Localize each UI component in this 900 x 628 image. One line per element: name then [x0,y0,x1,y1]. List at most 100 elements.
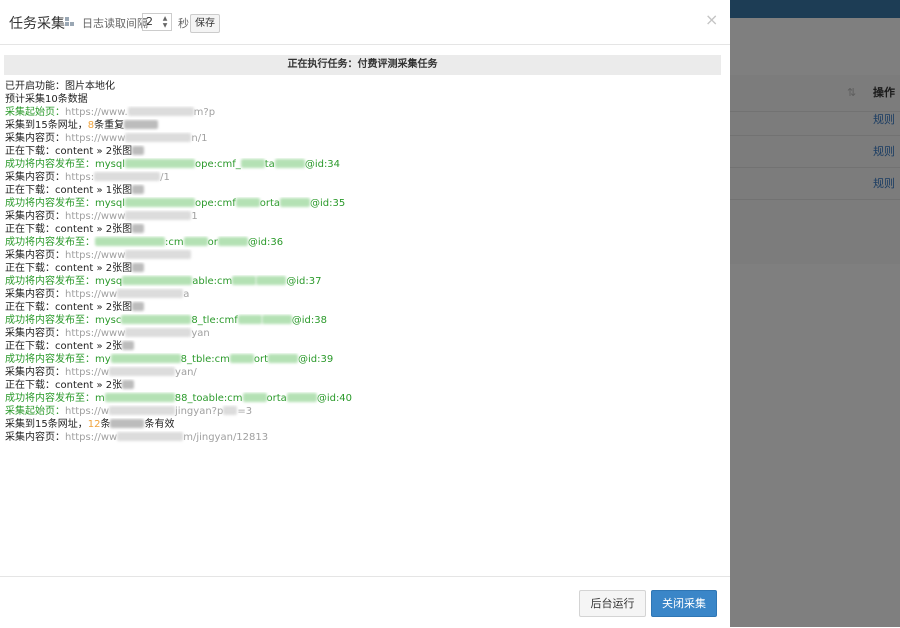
redaction-blur [132,146,145,155]
redaction-blur [109,367,176,376]
close-icon[interactable]: × [705,10,718,29]
log-line: 采集内容页：https://w yan/ [5,366,720,379]
save-button[interactable]: 保存 [190,14,220,33]
redaction-blur [280,198,311,207]
redaction-blur [223,406,238,415]
log-line: 正在下载：content » 2张图 [5,223,720,236]
log-link[interactable]: https://ww [65,432,117,443]
close-collect-button[interactable]: 关闭采集 [651,590,717,617]
log-label: 采集内容页： [5,133,65,144]
redaction-blur [286,393,317,402]
background-run-button[interactable]: 后台运行 [579,590,646,617]
log-link[interactable]: =3 [237,406,252,417]
log-label: 采集内容页： [5,328,65,339]
sort-icon[interactable]: ⇅ [847,86,856,99]
log-target: able:cm [202,393,243,404]
redaction-blur [261,315,292,324]
redaction-blur [125,133,192,142]
log-link[interactable]: yan/ [175,367,197,378]
log-label: 采集到15条网址， [5,419,88,430]
log-link[interactable]: https://www. [65,107,128,118]
log-line: 成功将内容发布至：mysq able:cm @id:37 [5,275,720,288]
log-link[interactable]: https://w [65,406,109,417]
log-target: e:cmf [207,198,236,209]
log-label: 成功将内容发布至： [5,393,95,404]
log-target: op [195,198,208,209]
log-target: my [95,354,111,365]
rule-link[interactable]: 规则 [873,111,895,127]
log-link[interactable]: https: [65,172,94,183]
log-target: ort [253,354,269,365]
redaction-blur [256,276,287,285]
log-link[interactable]: https://ww [65,289,117,300]
log-line: 已开启功能：图片本地化 [5,80,720,93]
log-target: mysc [95,315,122,326]
log-text: 条重复 [94,120,125,131]
task-status-bar: 正在执行任务：付费评测采集任务 [4,55,721,75]
rule-link[interactable]: 规则 [873,143,895,159]
log-link[interactable]: m?p [194,107,215,118]
log-target: orta [259,198,281,209]
log-target: le:cmf [206,315,238,326]
log-label: 成功将内容发布至： [5,159,95,170]
log-target: @id:38 [291,315,327,326]
redaction-blur [237,315,262,324]
redaction-blur [127,107,194,116]
log-link[interactable]: 1 [191,211,197,222]
log-label: 采集内容页： [5,367,65,378]
log-target: @id:39 [298,354,334,365]
log-label: 采集起始页： [5,406,65,417]
log-link[interactable]: https://www [65,133,125,144]
interval-input[interactable]: 2 ▲ ▼ [142,13,172,31]
log-link[interactable]: https://www [65,328,125,339]
log-link[interactable]: https://www [65,250,125,261]
log-line: 采集内容页：https://ww m/jingyan/12813 [5,431,720,444]
log-link[interactable]: n/1 [191,133,207,144]
log-target: :cm [165,237,184,248]
log-link[interactable]: m/jingyan/12813 [183,432,268,443]
log-line: 采集起始页：https://w jingyan?p =3 [5,405,720,418]
log-target: @id:40 [316,393,353,404]
rule-link[interactable]: 规则 [873,175,895,191]
redaction-blur [104,393,175,402]
log-text: 条有效 [144,419,175,430]
spin-up-icon[interactable]: ▲ [160,15,170,22]
log-line: 成功将内容发布至：my 8_tble:cm ort @id:39 [5,353,720,366]
log-target: orta [266,393,287,404]
log-line: 成功将内容发布至：mysql ope:cmf_ ta @id:34 [5,158,720,171]
log-label: 正在下载：content » 2张图 [5,224,133,235]
redaction-blur [132,185,145,194]
redaction-blur [274,159,305,168]
log-link[interactable]: jingyan?p [175,406,223,417]
log-label: 已开启功能：图片本地化 [5,81,115,92]
log-line: 采集内容页：https: /1 [5,171,720,184]
log-link[interactable]: a [183,289,189,300]
redaction-blur [124,120,159,129]
log-label: 采集内容页： [5,289,65,300]
log-label: 正在下载：content » 2张 [5,380,123,391]
log-label: 采集内容页： [5,250,65,261]
redaction-blur [268,354,299,363]
background-page: ⇅ 操作 规则 规则 规则 [730,0,900,627]
spin-down-icon[interactable]: ▼ [160,22,170,29]
number-spinner[interactable]: ▲ ▼ [160,15,170,29]
redaction-blur [125,211,192,220]
log-target: 88_to [174,393,203,404]
log-link[interactable]: https://www [65,211,125,222]
log-link[interactable]: yan [191,328,209,339]
log-line: 正在下载：content » 2张图 [5,145,720,158]
log-label: 采集内容页： [5,211,65,222]
redaction-blur [183,237,208,246]
seconds-label: 秒 [178,17,189,30]
row-divider [730,199,900,200]
log-link[interactable]: /1 [160,172,170,183]
log-target: e:cmf_ [207,159,241,170]
log-line: 正在下载：content » 2张图 [5,262,720,275]
log-line: 成功将内容发布至：:cm or @id:36 [5,236,720,249]
redaction-blur [117,432,184,441]
redaction-blur [109,406,176,415]
modal-footer: 后台运行 关闭采集 [0,576,730,628]
redaction-blur [122,380,135,389]
log-link[interactable]: https://w [65,367,109,378]
log-label: 正在下载：content » 1张图 [5,185,133,196]
